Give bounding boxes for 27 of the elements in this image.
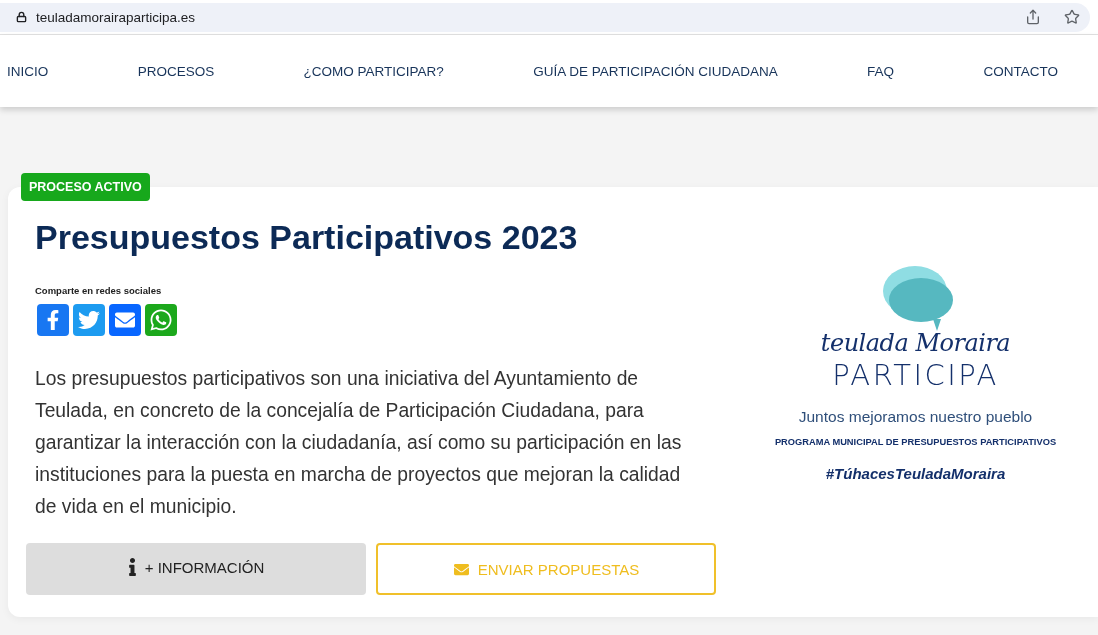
envelope-icon bbox=[452, 561, 470, 577]
logo-script-text: teulada Moraira bbox=[820, 329, 1011, 357]
status-badge: PROCESO ACTIVO bbox=[21, 173, 150, 201]
nav-link[interactable]: GUÍA DE PARTICIPACIÓN CIUDADANA bbox=[533, 59, 778, 83]
star-icon[interactable] bbox=[1064, 9, 1080, 25]
share-icon[interactable] bbox=[1025, 9, 1041, 25]
facebook-icon[interactable] bbox=[37, 304, 69, 336]
whatsapp-icon[interactable] bbox=[145, 304, 177, 336]
envelope-icon[interactable] bbox=[109, 304, 141, 336]
hashtag-text: #TúhacesTeuladaMoraira bbox=[825, 464, 1006, 484]
address-bar[interactable]: teuladamorairaparticipa.es bbox=[0, 2, 1090, 32]
nav-link[interactable]: CONTACTO bbox=[983, 59, 1058, 83]
more-info-button[interactable]: + INFORMACIÓN bbox=[26, 543, 366, 595]
share-label: Comparte en redes sociales bbox=[35, 285, 162, 297]
process-title: Presupuestos Participativos 2023 bbox=[35, 217, 579, 257]
nav-link[interactable]: ¿COMO PARTICIPAR? bbox=[303, 59, 444, 83]
bird-icon[interactable] bbox=[73, 304, 105, 336]
nav-link[interactable]: PROCESOS bbox=[137, 59, 215, 83]
info-icon bbox=[127, 558, 137, 576]
lock-icon bbox=[16, 11, 27, 23]
nav-link[interactable]: INICIO bbox=[7, 59, 49, 83]
logo-tagline: Juntos mejoramos nuestro pueblo bbox=[798, 407, 1033, 427]
url-text: teuladamorairaparticipa.es bbox=[36, 9, 197, 25]
logo-wordmark: PARTICIPA bbox=[832, 357, 999, 393]
program-name: PROGRAMA MUNICIPAL DE PRESUPUESTOS PARTICIPATIVOS bbox=[774, 436, 1057, 448]
process-description: Los presupuestos participativos son una iniciativa del Ayuntamiento de Teulada, en concreto de la concejalía de Participación Ciudadana, para garantizar la interacción con la ciudadanía, así como su participación en las instituciones para la puesta en marcha de proyectos que mejoran la calidad de vida en el municipio. bbox=[35, 367, 683, 519]
nav-link[interactable]: FAQ bbox=[867, 59, 895, 83]
